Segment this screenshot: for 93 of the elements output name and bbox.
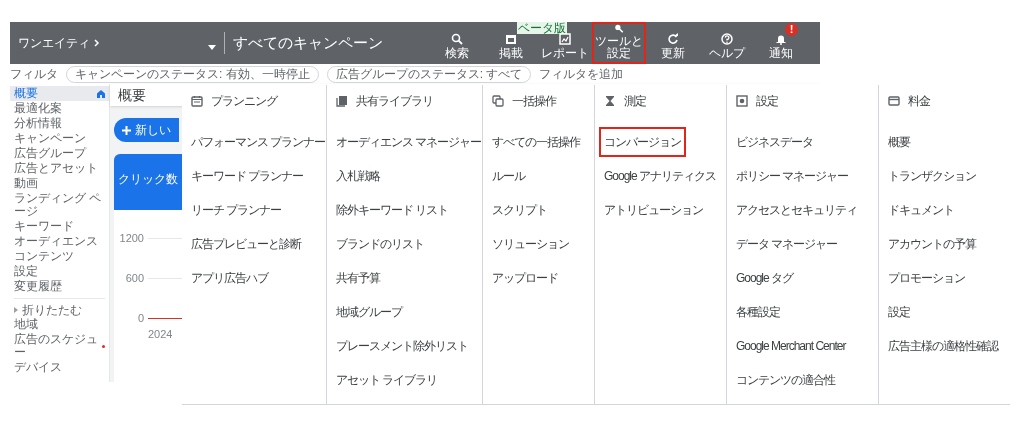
sidebar-item[interactable]: 地域 (10, 317, 109, 332)
menu-item[interactable]: Google Merchant Center (731, 331, 851, 361)
account-name[interactable]: ワンエイティ (18, 34, 90, 52)
menu-item[interactable]: コンバージョン (599, 127, 686, 157)
menu-heading: 設定 (756, 93, 778, 110)
sidebar-item[interactable]: 変更履歴 (10, 279, 109, 294)
menu-item[interactable]: プロモーション (883, 263, 970, 293)
menu-item[interactable]: ルール (487, 161, 530, 191)
settings-icon (736, 95, 748, 107)
menu-item[interactable]: ドキュメント (883, 195, 959, 225)
help-icon (721, 33, 733, 45)
alert-badge: ! (785, 23, 798, 36)
sidebar-item[interactable]: 広告とアセット (10, 161, 109, 176)
axis-label: 1200 (118, 230, 144, 246)
chart-icon (559, 33, 571, 45)
menu-heading: プランニング (211, 93, 277, 110)
dropdown-caret-icon[interactable] (208, 44, 216, 50)
collapse-toggle[interactable]: 折りたたむ (10, 303, 109, 317)
toolbar-button[interactable]: 検索 (430, 22, 484, 64)
menu-item[interactable]: リーチ プランナー (186, 195, 287, 225)
new-campaign-button[interactable]: 新しい (114, 118, 179, 142)
sidebar-item[interactable]: コンテンツ (10, 249, 109, 264)
menu-item[interactable]: ビジネスデータ (731, 127, 818, 157)
add-filter-link[interactable]: フィルタを追加 (539, 65, 624, 83)
axis-label: 600 (124, 270, 144, 286)
sidebar-item[interactable]: 設定 (10, 264, 109, 279)
menu-item[interactable]: トランザクション (883, 161, 981, 191)
copy-icon (492, 95, 504, 107)
menu-item[interactable]: アトリビューション (599, 195, 708, 225)
toolbar-button[interactable]: ツールと設定 (592, 22, 646, 64)
sidebar-item[interactable]: オーディエンス (10, 234, 109, 249)
menu-item[interactable]: アカウントの予算 (883, 229, 981, 259)
menu-item[interactable]: Google タグ (731, 263, 799, 293)
refresh-icon (667, 33, 679, 45)
home-icon (97, 89, 105, 98)
axis-label: 2024 (148, 327, 173, 342)
hourglass-icon (604, 95, 616, 107)
calendar-icon (191, 95, 203, 107)
beta-tag: ベータ版 (517, 22, 567, 34)
sidebar-item[interactable]: 動画 (10, 176, 109, 191)
sidebar-item[interactable]: デバイス (10, 360, 109, 375)
credit-card-icon (888, 95, 900, 107)
menu-item[interactable]: 入札戦略 (331, 161, 385, 191)
axis-label: 0 (136, 310, 144, 326)
sidebar-item[interactable]: キャンペーン (10, 131, 109, 146)
menu-item[interactable]: 広告主様の適格性確認 (883, 331, 1003, 361)
menu-item[interactable]: 共有予算 (331, 263, 385, 293)
menu-item[interactable]: スクリプト (487, 195, 552, 225)
caret-icon (14, 307, 18, 313)
search-icon (451, 33, 463, 45)
sidebar-item[interactable]: 分析情報 (10, 116, 109, 131)
menu-item[interactable]: ソリューション (487, 229, 574, 259)
sidebar-item[interactable]: 広告のスケジュー (10, 332, 109, 360)
menu-item[interactable]: Google アナリティクス (599, 161, 722, 191)
menu-item[interactable]: すべての一括操作 (487, 127, 585, 157)
menu-item[interactable]: ポリシー マネージャー (731, 161, 854, 191)
panel-icon (505, 33, 517, 45)
menu-item[interactable]: 地域グループ (331, 297, 407, 327)
sidebar-item[interactable]: 概要 (10, 86, 109, 101)
sidebar-item[interactable]: キーワード (10, 219, 109, 234)
menu-item[interactable]: 各種設定 (731, 297, 785, 327)
menu-item[interactable]: コンテンツの適合性 (731, 365, 840, 395)
menu-item[interactable]: アセット ライブラリ (331, 365, 443, 395)
campaign-selector[interactable]: すべてのキャンペーン (233, 31, 383, 55)
menu-item[interactable]: 設定 (883, 297, 915, 327)
sidebar-item[interactable]: 最適化案 (10, 101, 109, 116)
menu-item[interactable]: 除外キーワード リスト (331, 195, 454, 225)
metric-label: クリック数 (118, 172, 178, 186)
bell-icon (775, 33, 787, 45)
menu-item[interactable]: ブランドのリスト (331, 229, 429, 259)
menu-item[interactable]: 広告プレビューと診断 (186, 229, 306, 259)
sidebar-item[interactable]: ランディング ページ (10, 191, 109, 219)
menu-item[interactable]: オーディエンス マネージャー (331, 127, 487, 157)
library-icon (336, 95, 348, 107)
menu-item[interactable]: データ マネージャー (731, 229, 843, 259)
menu-heading: 共有ライブラリ (356, 93, 433, 110)
menu-heading: 測定 (624, 93, 646, 110)
menu-item[interactable]: キーワード プランナー (186, 161, 309, 191)
chevron-icon (94, 39, 100, 47)
menu-item[interactable]: パフォーマンス プランナー (186, 127, 331, 157)
filter-label: フィルタ (10, 66, 58, 83)
sidebar-item[interactable]: 広告グループ (10, 146, 109, 161)
menu-heading: 料金 (908, 93, 930, 110)
page-title: 概要 (118, 85, 146, 105)
menu-item[interactable]: アップロード (487, 263, 563, 293)
menu-item[interactable]: アプリ広告ハブ (186, 263, 273, 293)
plus-icon (122, 125, 131, 135)
toolbar-button[interactable]: 更新 (646, 22, 700, 64)
menu-item[interactable]: 概要 (883, 127, 915, 157)
menu-item[interactable]: プレースメント除外リスト (331, 331, 473, 361)
menu-item[interactable]: アクセスとセキュリティ (731, 195, 862, 225)
menu-heading: 一括操作 (512, 93, 556, 110)
toolbar-button[interactable]: ヘルプ (700, 22, 754, 64)
